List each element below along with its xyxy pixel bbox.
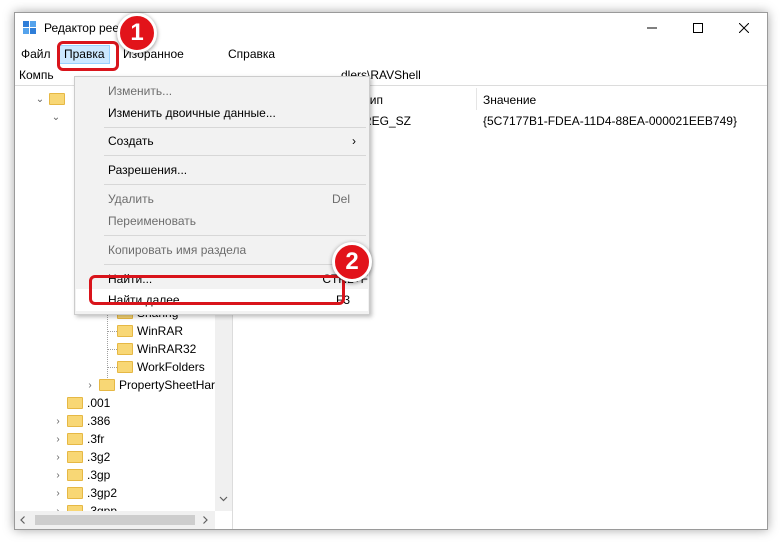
menu-item-label: Изменить... [108, 84, 173, 98]
folder-icon [117, 361, 133, 373]
chevron-right-icon: › [56, 487, 60, 499]
menu-item-label: Удалить [108, 192, 154, 206]
window-title: Редактор рее [44, 21, 120, 35]
minimize-icon [647, 27, 657, 29]
tree-item-ext-3gp[interactable]: › .3gp [53, 466, 110, 484]
chevron-right-icon: › [56, 433, 60, 445]
tree-item-label: .001 [87, 396, 111, 410]
scroll-left-icon[interactable] [19, 516, 27, 524]
menu-item-rename[interactable]: Переименовать [76, 210, 368, 232]
maximize-button[interactable] [675, 13, 721, 43]
folder-icon [49, 93, 65, 105]
step-1-badge: 1 [117, 13, 157, 53]
menu-item-label: Создать [108, 134, 154, 148]
folder-icon [67, 451, 83, 463]
chevron-right-icon: › [56, 469, 60, 481]
column-value-header[interactable]: Значение [483, 92, 536, 108]
tree-item-ext-001[interactable]: .001 [53, 394, 110, 412]
menu-item-create[interactable]: Создать › [76, 130, 368, 152]
tree-row-child[interactable]: ⌄ [51, 108, 65, 126]
value-type-cell[interactable]: REG_SZ [363, 114, 411, 128]
registry-app-icon [23, 21, 36, 34]
menu-file[interactable]: Файл [17, 46, 55, 63]
folder-icon [117, 325, 133, 337]
tree-item-ext-3gp2[interactable]: › .3gp2 [53, 484, 117, 502]
tree-item-label: .3gp2 [87, 486, 118, 500]
menu-item-label: Разрешения... [108, 163, 188, 177]
tree-item-ext-386[interactable]: › .386 [53, 412, 110, 430]
chevron-right-icon: › [88, 379, 92, 391]
menu-item-shortcut: Del [331, 192, 350, 206]
tree-item-workfolders[interactable]: WorkFolders [117, 358, 205, 376]
menu-item-copy-key-name[interactable]: Копировать имя раздела [76, 239, 368, 261]
tree-item-label: WinRAR [137, 324, 184, 338]
tree-row-root[interactable]: ⌄ [35, 90, 69, 108]
folder-icon [99, 379, 115, 391]
tree-item-label: .3g2 [87, 450, 111, 464]
tree-item-label: .3gp [87, 468, 111, 482]
tree-item-label: WinRAR32 [137, 342, 197, 356]
callout-highlight-find-next [89, 275, 345, 305]
menu-item-label: Переименовать [108, 214, 196, 228]
folder-icon [67, 487, 83, 499]
menu-item-modify[interactable]: Изменить... [76, 80, 368, 102]
maximize-icon [693, 23, 703, 33]
address-path-start: Компь [19, 68, 54, 82]
menu-item-label: Изменить двоичные данные... [108, 106, 276, 120]
chevron-down-icon: ⌄ [35, 93, 45, 105]
folder-icon [67, 433, 83, 445]
scroll-down-icon[interactable] [219, 494, 228, 503]
tree-item-ext-3fr[interactable]: › .3fr [53, 430, 104, 448]
folder-icon [117, 343, 133, 355]
tree-item-label: .386 [87, 414, 111, 428]
close-button[interactable] [721, 13, 767, 43]
tree-item-label: PropertySheetHar [119, 378, 216, 392]
tree-item-ext-3g2[interactable]: › .3g2 [53, 448, 110, 466]
submenu-arrow-icon: › [352, 134, 356, 148]
menu-item-permissions[interactable]: Разрешения... [76, 159, 368, 181]
scroll-right-icon[interactable] [201, 516, 209, 524]
tree-item-winrar32[interactable]: WinRAR32 [117, 340, 196, 358]
callout-highlight-edit-menu [57, 41, 119, 71]
minimize-button[interactable] [629, 13, 675, 43]
chevron-down-icon: ⌄ [51, 111, 61, 123]
chevron-right-icon: › [56, 451, 60, 463]
menu-item-label: Копировать имя раздела [108, 243, 247, 257]
tree-item-label: .3fr [87, 432, 105, 446]
menu-item-modify-binary[interactable]: Изменить двоичные данные... [76, 102, 368, 124]
tree-horizontal-scrollbar[interactable] [15, 511, 215, 529]
close-icon [739, 23, 749, 33]
tree-item-label: WorkFolders [137, 360, 205, 374]
value-data-cell[interactable]: {5C7177B1-FDEA-11D4-88EA-000021EEB749} [483, 114, 737, 128]
chevron-right-icon: › [56, 415, 60, 427]
scroll-thumb[interactable] [35, 515, 195, 525]
folder-icon [67, 415, 83, 427]
step-2-badge: 2 [332, 242, 372, 282]
tree-item-propertysheethandlers[interactable]: › PropertySheetHar [85, 376, 215, 394]
folder-icon [67, 397, 83, 409]
registry-editor-window: Редактор рее Файл Правка Избранное Справ… [14, 12, 768, 530]
menu-item-delete[interactable]: Удалить Del [76, 188, 368, 210]
menu-help[interactable]: Справка [224, 46, 279, 63]
folder-icon [67, 469, 83, 481]
tree-item-winrar[interactable]: WinRAR [117, 322, 183, 340]
